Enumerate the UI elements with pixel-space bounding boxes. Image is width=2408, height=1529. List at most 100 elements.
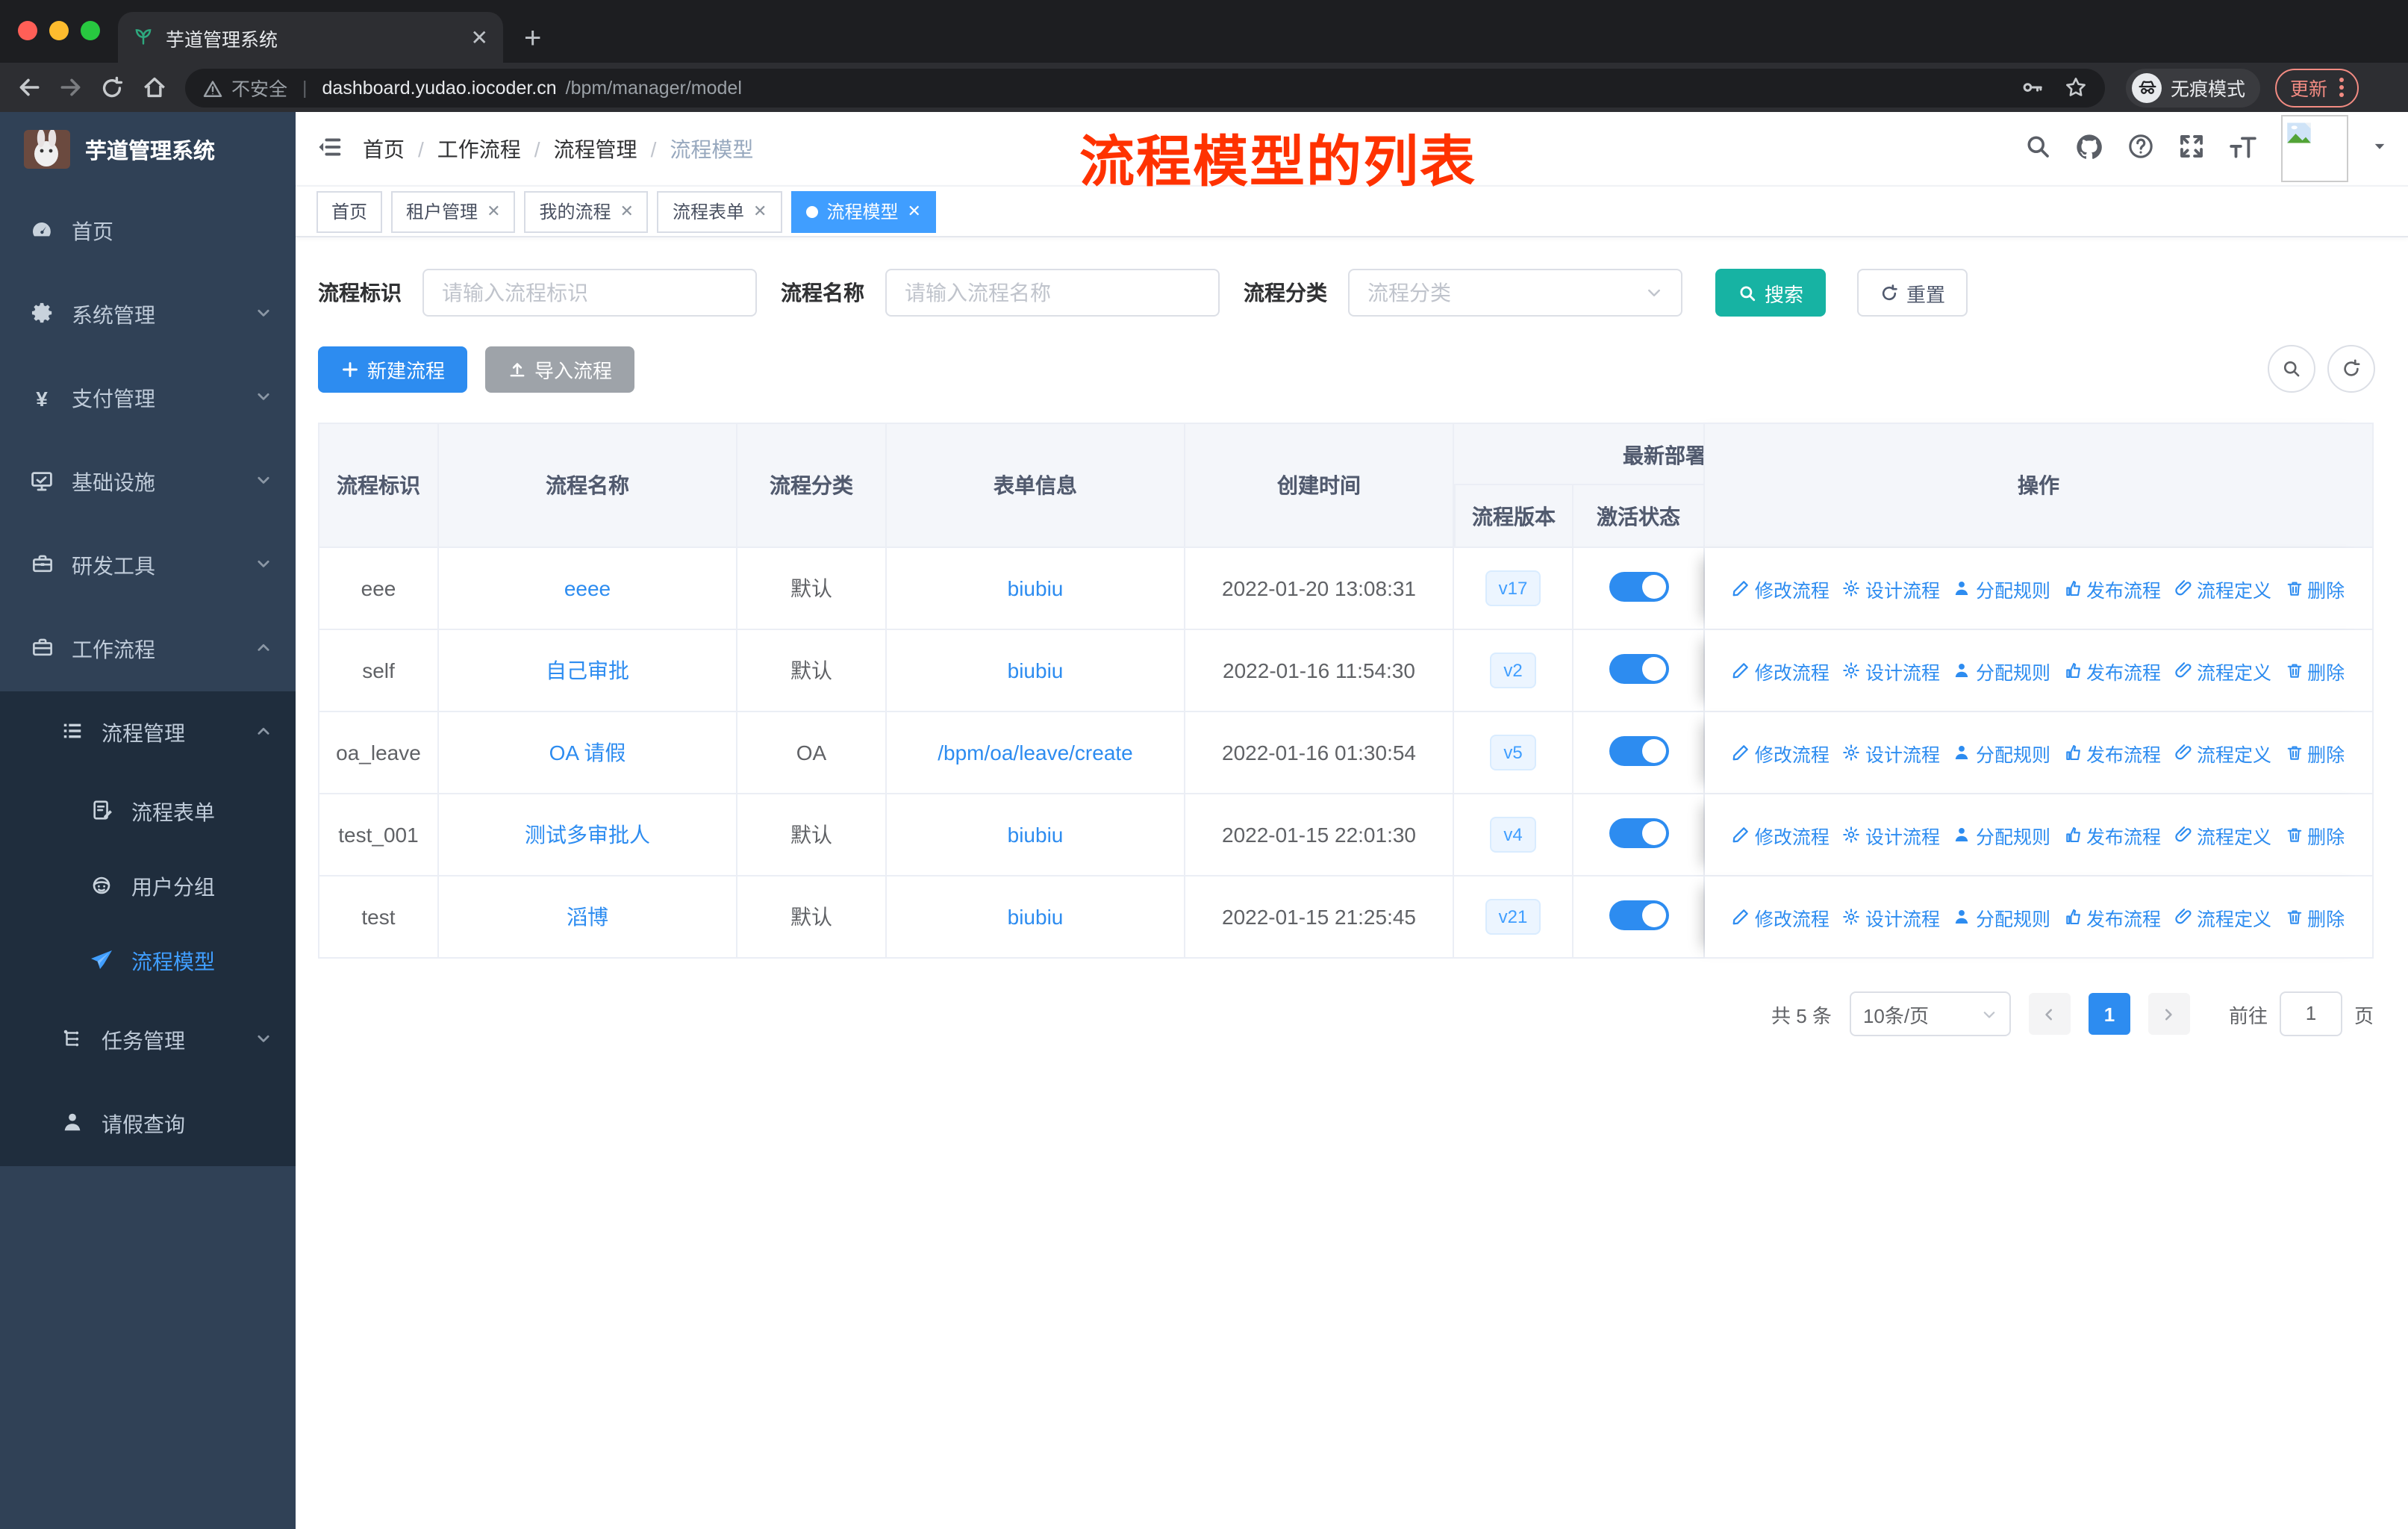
- minimize-window-button[interactable]: [49, 21, 69, 40]
- delete-link[interactable]: 删除: [2285, 738, 2345, 767]
- form-info-link[interactable]: biubiu: [1008, 905, 1064, 929]
- goto-page-input[interactable]: 1: [2279, 991, 2342, 1036]
- sidebar-item-devtools[interactable]: 研发工具: [0, 524, 296, 608]
- active-toggle[interactable]: [1609, 818, 1668, 847]
- design-process-link[interactable]: 设计流程: [1843, 656, 1940, 685]
- close-icon[interactable]: ✕: [620, 202, 634, 221]
- version-tag[interactable]: v2: [1490, 653, 1536, 688]
- assign-rule-link[interactable]: 分配规则: [1953, 820, 2050, 849]
- breadcrumb-process-mgmt[interactable]: 流程管理: [554, 134, 637, 164]
- form-info-link[interactable]: biubiu: [1008, 576, 1064, 600]
- address-bar[interactable]: 不安全 | dashboard.yudao.iocoder.cn/bpm/man…: [185, 68, 2105, 107]
- active-toggle[interactable]: [1609, 735, 1668, 765]
- back-icon[interactable]: [12, 74, 45, 101]
- github-icon[interactable]: [2075, 132, 2103, 165]
- collapse-sidebar-icon[interactable]: [316, 134, 342, 164]
- delete-link[interactable]: 删除: [2285, 574, 2345, 602]
- help-icon[interactable]: [2127, 133, 2154, 164]
- active-toggle[interactable]: [1609, 900, 1668, 929]
- tag-chip-home[interactable]: 首页: [316, 190, 383, 232]
- edit-process-link[interactable]: 修改流程: [1732, 820, 1830, 849]
- key-icon[interactable]: [2021, 76, 2044, 99]
- tag-chip-process-form[interactable]: 流程表单 ✕: [657, 190, 782, 232]
- process-name-link[interactable]: 滔博: [567, 905, 608, 929]
- zoom-window-button[interactable]: [81, 21, 100, 40]
- active-toggle[interactable]: [1609, 653, 1668, 683]
- version-tag[interactable]: v17: [1485, 570, 1541, 606]
- assign-rule-link[interactable]: 分配规则: [1953, 738, 2050, 767]
- sidebar-item-infra[interactable]: 基础设施: [0, 440, 296, 524]
- sidebar-item-system[interactable]: 系统管理: [0, 273, 296, 357]
- publish-process-link[interactable]: 发布流程: [2064, 903, 2161, 931]
- close-window-button[interactable]: [18, 21, 37, 40]
- version-tag[interactable]: v21: [1485, 899, 1541, 935]
- process-name-link[interactable]: eeee: [564, 576, 611, 600]
- breadcrumb-home[interactable]: 首页: [363, 134, 405, 164]
- form-info-link[interactable]: /bpm/oa/leave/create: [938, 741, 1133, 764]
- process-definition-link[interactable]: 流程定义: [2174, 738, 2271, 767]
- update-button[interactable]: 更新: [2275, 68, 2359, 107]
- toggle-search-button[interactable]: [2268, 345, 2315, 393]
- close-icon[interactable]: ✕: [487, 202, 500, 221]
- publish-process-link[interactable]: 发布流程: [2064, 574, 2161, 602]
- process-name-link[interactable]: OA 请假: [549, 741, 626, 764]
- edit-process-link[interactable]: 修改流程: [1732, 903, 1830, 931]
- prev-page-button[interactable]: [2028, 993, 2071, 1035]
- version-tag[interactable]: v4: [1490, 817, 1536, 853]
- tag-chip-process-model[interactable]: 流程模型 ✕: [790, 190, 936, 232]
- breadcrumb-workflow[interactable]: 工作流程: [437, 134, 521, 164]
- assign-rule-link[interactable]: 分配规则: [1953, 656, 2050, 685]
- font-size-icon[interactable]: [2229, 134, 2257, 164]
- process-name-input[interactable]: 请输入流程名称: [885, 269, 1220, 317]
- publish-process-link[interactable]: 发布流程: [2064, 738, 2161, 767]
- fullscreen-icon[interactable]: [2178, 133, 2205, 164]
- tag-chip-my-process[interactable]: 我的流程 ✕: [524, 190, 649, 232]
- edit-process-link[interactable]: 修改流程: [1732, 738, 1830, 767]
- delete-link[interactable]: 删除: [2285, 656, 2345, 685]
- security-label[interactable]: 不安全: [231, 73, 287, 102]
- home-icon[interactable]: [137, 74, 170, 101]
- close-icon[interactable]: ✕: [753, 202, 767, 221]
- process-definition-link[interactable]: 流程定义: [2174, 574, 2271, 602]
- create-process-button[interactable]: 新建流程: [318, 346, 468, 392]
- search-button[interactable]: 搜索: [1715, 269, 1827, 317]
- process-definition-link[interactable]: 流程定义: [2174, 820, 2271, 849]
- sidebar-item-process-mgmt[interactable]: 流程管理: [0, 691, 296, 775]
- sidebar-item-process-form[interactable]: 流程表单: [0, 775, 296, 850]
- design-process-link[interactable]: 设计流程: [1843, 738, 1940, 767]
- forward-icon[interactable]: [54, 74, 87, 101]
- next-page-button[interactable]: [2147, 993, 2190, 1035]
- close-icon[interactable]: ✕: [907, 202, 920, 221]
- browser-tab[interactable]: 芋道管理系统 ✕: [118, 12, 503, 63]
- sidebar-item-payment[interactable]: ¥ 支付管理: [0, 357, 296, 440]
- sidebar-item-user-group[interactable]: 用户分组: [0, 850, 296, 924]
- assign-rule-link[interactable]: 分配规则: [1953, 574, 2050, 602]
- window-controls[interactable]: [18, 21, 100, 40]
- sidebar-item-process-model[interactable]: 流程模型: [0, 924, 296, 999]
- design-process-link[interactable]: 设计流程: [1843, 820, 1940, 849]
- tab-close-icon[interactable]: ✕: [471, 25, 488, 50]
- bookmark-star-icon[interactable]: [2065, 76, 2087, 99]
- import-process-button[interactable]: 导入流程: [485, 346, 635, 392]
- reload-icon[interactable]: [96, 75, 128, 101]
- sidebar-item-task-mgmt[interactable]: 任务管理: [0, 999, 296, 1083]
- refresh-table-button[interactable]: [2327, 345, 2375, 393]
- delete-link[interactable]: 删除: [2285, 820, 2345, 849]
- process-name-link[interactable]: 测试多审批人: [525, 823, 650, 847]
- delete-link[interactable]: 删除: [2285, 903, 2345, 931]
- reset-button[interactable]: 重置: [1857, 269, 1968, 317]
- active-toggle[interactable]: [1609, 571, 1668, 601]
- edit-process-link[interactable]: 修改流程: [1732, 574, 1830, 602]
- process-definition-link[interactable]: 流程定义: [2174, 903, 2271, 931]
- sidebar-item-home[interactable]: 首页: [0, 190, 296, 273]
- page-size-select[interactable]: 10条/页: [1849, 991, 2011, 1036]
- form-info-link[interactable]: biubiu: [1008, 823, 1064, 847]
- design-process-link[interactable]: 设计流程: [1843, 903, 1940, 931]
- design-process-link[interactable]: 设计流程: [1843, 574, 1940, 602]
- form-info-link[interactable]: biubiu: [1008, 658, 1064, 682]
- publish-process-link[interactable]: 发布流程: [2064, 656, 2161, 685]
- sidebar-item-leave-query[interactable]: 请假查询: [0, 1083, 296, 1166]
- tag-chip-tenant[interactable]: 租户管理 ✕: [391, 190, 516, 232]
- caret-down-icon[interactable]: [2372, 139, 2387, 158]
- new-tab-button[interactable]: +: [524, 24, 541, 54]
